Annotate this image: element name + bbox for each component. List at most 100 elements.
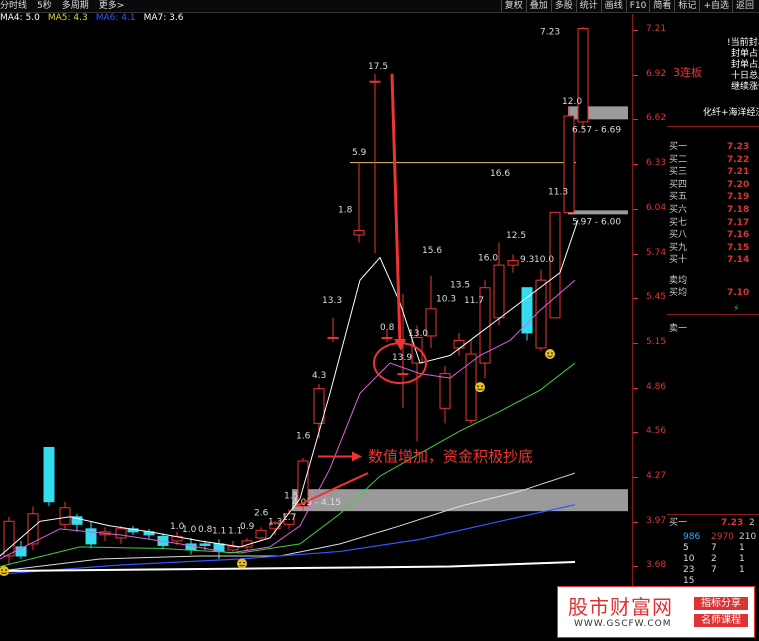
tool-button-0[interactable]: 复权 bbox=[500, 0, 526, 12]
ma-legend: MA4: 5.0 MA5: 4.3 MA6: 4.1 MA7: 3.6 bbox=[0, 13, 191, 24]
tool-button-1[interactable]: 叠加 bbox=[525, 0, 551, 12]
bar-label-28: 12.0 bbox=[562, 97, 582, 107]
candle-38 bbox=[549, 211, 561, 319]
logo-title: 股市财富网 bbox=[568, 595, 673, 619]
candle-16 bbox=[227, 540, 239, 553]
note-line-0: !当前封单 bbox=[727, 38, 759, 48]
candle-36 bbox=[521, 287, 533, 341]
tool-button-8[interactable]: +自选 bbox=[699, 0, 732, 12]
bar-label-11: 1.3 bbox=[268, 517, 282, 527]
ma-label-3: MA7: 3.6 bbox=[143, 13, 184, 23]
grid-cell-2-0: 10 bbox=[683, 554, 695, 564]
axis-tick-4: 6.04 bbox=[646, 202, 667, 213]
badge-indicators[interactable]: 指标分享 bbox=[694, 597, 748, 610]
grid-cell-3-0: 23 bbox=[683, 565, 695, 575]
candle-4 bbox=[59, 501, 71, 529]
axis-mark-9 bbox=[633, 432, 638, 434]
order-label: 买七 bbox=[669, 217, 688, 228]
bar-label-3: 13.3 bbox=[322, 296, 342, 306]
bar-label-29: 16.6 bbox=[490, 169, 510, 179]
candle-25 bbox=[369, 73, 381, 254]
tool-button-2[interactable]: 多股 bbox=[550, 0, 576, 12]
candle-0 bbox=[3, 516, 15, 566]
tool-button-6[interactable]: 简看 bbox=[649, 0, 674, 12]
grid-cell-1-2: 1 bbox=[739, 543, 745, 553]
order-row-1: 买二 7.22 bbox=[669, 155, 757, 166]
period-item-1[interactable]: 5秒 bbox=[37, 1, 52, 11]
axis-tick-5: 5.74 bbox=[646, 247, 667, 258]
axis-tick-10: 4.27 bbox=[646, 471, 667, 481]
grid-cell-2-1: 2 bbox=[711, 554, 717, 564]
period-item-0[interactable]: 分时线 bbox=[0, 1, 27, 11]
order-label: 买三 bbox=[669, 167, 688, 178]
arrow-head-right bbox=[352, 451, 362, 462]
axis-mark-12 bbox=[633, 566, 638, 568]
candle-3 bbox=[43, 446, 55, 507]
candle-6 bbox=[85, 521, 97, 549]
note-line-2: 封单占成 bbox=[731, 60, 759, 70]
ma9-line bbox=[0, 561, 576, 573]
axis-tick-1: 6.92 bbox=[646, 68, 667, 79]
bar-label-20: 10.3 bbox=[436, 294, 456, 304]
order-price: 7.14 bbox=[727, 255, 750, 266]
concept-label: 化纤+海洋经济 bbox=[703, 108, 759, 118]
smiley-icon bbox=[545, 349, 555, 360]
limit-tag: 3连板 bbox=[673, 66, 702, 79]
axis-mark-7 bbox=[633, 342, 638, 344]
period-item-2[interactable]: 多周期 bbox=[62, 1, 89, 11]
bar-label-15: 1.0 bbox=[182, 525, 197, 535]
order-label: 买五 bbox=[669, 192, 688, 203]
axis-mark-3 bbox=[633, 164, 638, 166]
sell-one: 卖一 bbox=[669, 324, 688, 334]
kline-chart[interactable]: 17.55.91.813.34.30.813.913.01.61.52.61.3… bbox=[0, 24, 632, 614]
buy-one: 买一 7.23 2 bbox=[669, 518, 755, 528]
bar-label-0: 17.5 bbox=[368, 62, 388, 72]
bar-label-16: 0.8 bbox=[198, 525, 213, 535]
order-row-4: 买五 7.19 bbox=[669, 192, 757, 203]
order-row-6: 买七 7.17 bbox=[669, 218, 757, 229]
grid-cell-0-1: 2970 bbox=[711, 532, 734, 542]
order-price: 7.23 bbox=[727, 142, 750, 152]
site-logo[interactable]: 股市财富网 WWW.GSCFW.COM 指标分享 名师课程 bbox=[557, 586, 755, 638]
order-label: 买一 bbox=[669, 142, 688, 152]
bar-label-2: 1.8 bbox=[338, 205, 353, 215]
bar-label-22: 11.7 bbox=[464, 296, 484, 306]
order-label: 买六 bbox=[669, 205, 688, 215]
axis-tick-7: 5.15 bbox=[646, 336, 667, 347]
candle-18 bbox=[255, 527, 267, 541]
grid-cell-0-2: 210 bbox=[739, 532, 757, 542]
axis-mark-6 bbox=[633, 298, 638, 300]
order-label: 买十 bbox=[669, 255, 688, 266]
order-price: 7.18 bbox=[727, 205, 750, 215]
order-price: 7.22 bbox=[727, 154, 750, 165]
period-item-3[interactable]: 更多> bbox=[99, 1, 125, 11]
order-label: 买二 bbox=[669, 154, 688, 165]
candle-23 bbox=[327, 317, 339, 342]
bar-label-25: 9.3 bbox=[520, 255, 534, 265]
ma-label-2: MA6: 4.1 bbox=[95, 13, 136, 23]
zone-high bbox=[568, 106, 628, 120]
label-zone-mid: 5.97 - 6.00 bbox=[572, 217, 621, 227]
axis-tick-0: 7.21 bbox=[646, 24, 667, 34]
tool-button-3[interactable]: 统计 bbox=[575, 0, 601, 12]
candle-9 bbox=[127, 525, 139, 535]
tool-buttons: 复权 叠加 多股 统计 画线 F10 简看 标记 +自选 返回 bbox=[500, 0, 757, 12]
bar-label-24: 12.5 bbox=[506, 231, 526, 241]
arrow-head-down bbox=[394, 338, 406, 351]
zone-low bbox=[292, 489, 628, 512]
badge-courses[interactable]: 名师课程 bbox=[694, 614, 748, 627]
candle-30 bbox=[439, 366, 451, 424]
tool-button-9[interactable]: 返回 bbox=[731, 0, 757, 12]
bar-label-7: 13.0 bbox=[408, 329, 428, 339]
order-row-9: 买十 7.14 bbox=[669, 255, 757, 266]
tool-button-7[interactable]: 标记 bbox=[674, 0, 699, 12]
grid-cell-3-2: 1 bbox=[739, 565, 745, 575]
tool-button-5[interactable]: F10 bbox=[625, 0, 650, 12]
axis-tick-12: 3.68 bbox=[646, 560, 667, 571]
axis-mark-0 bbox=[633, 30, 638, 31]
tool-button-4[interactable]: 画线 bbox=[600, 0, 626, 12]
zone-mid bbox=[568, 210, 628, 215]
order-row-0: 买一 7.23 bbox=[669, 142, 757, 153]
bar-label-8: 1.6 bbox=[296, 431, 311, 441]
axis-mark-5 bbox=[633, 253, 638, 255]
